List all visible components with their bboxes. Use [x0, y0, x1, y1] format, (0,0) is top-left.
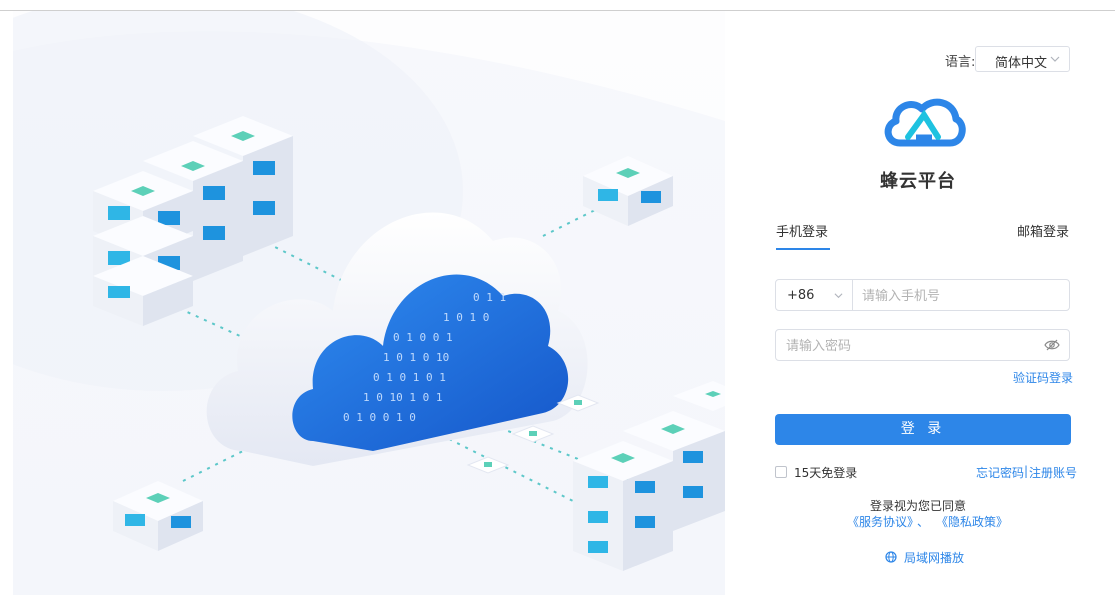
language-select[interactable]: 简体中文	[975, 46, 1070, 72]
remember-checkbox[interactable]	[775, 466, 787, 478]
svg-text:0 1 0 0 1: 0 1 0 0 1	[393, 331, 453, 344]
terms-link[interactable]: 《服务协议》	[847, 513, 919, 530]
register-link[interactable]: 注册账号	[1029, 464, 1077, 481]
phone-input[interactable]	[862, 280, 1062, 310]
code-login-link[interactable]: 验证码登录	[1013, 369, 1073, 386]
tab-email-login[interactable]: 邮箱登录	[1017, 221, 1069, 240]
privacy-link[interactable]: 《隐私政策》	[936, 513, 1008, 530]
agreement-text: 登录视为您已同意	[869, 499, 966, 513]
svg-text:0 1 1: 0 1 1	[473, 291, 506, 304]
server-stack-bottom-right	[573, 381, 725, 571]
server-top-right	[583, 156, 673, 226]
language-value: 简体中文	[995, 56, 1048, 71]
remember-label: 15天免登录	[794, 466, 858, 480]
hero-illustration: 0 1 0 0 1 1 0 1 0 10 0 1 0 1 0 1 1 0 10 …	[13, 11, 725, 595]
cloud-servers-illustration: 0 1 0 0 1 1 0 1 0 10 0 1 0 1 0 1 1 0 10 …	[13, 11, 725, 571]
eye-off-icon[interactable]	[1044, 338, 1060, 352]
password-input[interactable]	[786, 330, 1036, 360]
lan-play-link[interactable]: 局域网播放	[904, 549, 964, 566]
forgot-password-link[interactable]: 忘记密码	[976, 464, 1024, 481]
globe-icon	[885, 551, 897, 563]
chevron-down-icon	[1050, 56, 1060, 62]
active-tab-indicator	[776, 248, 830, 250]
server-bottom-left	[113, 481, 203, 551]
svg-text:1 0 1 0 10: 1 0 1 0 10	[383, 351, 449, 364]
phone-field: +86	[775, 279, 1070, 311]
svg-text:0 1 0 0 1 0: 0 1 0 0 1 0	[343, 411, 416, 424]
tab-phone-login[interactable]: 手机登录	[776, 221, 828, 240]
svg-text:0 1 0 1 0 1: 0 1 0 1 0 1	[373, 371, 446, 384]
password-field	[775, 329, 1070, 361]
country-code-select[interactable]: +86	[787, 288, 814, 303]
field-divider	[852, 280, 853, 310]
chevron-down-icon	[834, 293, 843, 299]
svg-text:1 0 10 1 0 1: 1 0 10 1 0 1	[363, 391, 442, 404]
agreement-and: 、	[917, 515, 930, 529]
brand-logo-icon	[884, 98, 966, 147]
language-label: 语言:	[945, 55, 976, 70]
login-button[interactable]: 登 录	[775, 414, 1071, 445]
svg-text:1 0 1 0: 1 0 1 0	[443, 311, 489, 324]
link-separator: |	[1024, 464, 1029, 478]
app-title: 蜂云平台	[880, 171, 956, 192]
